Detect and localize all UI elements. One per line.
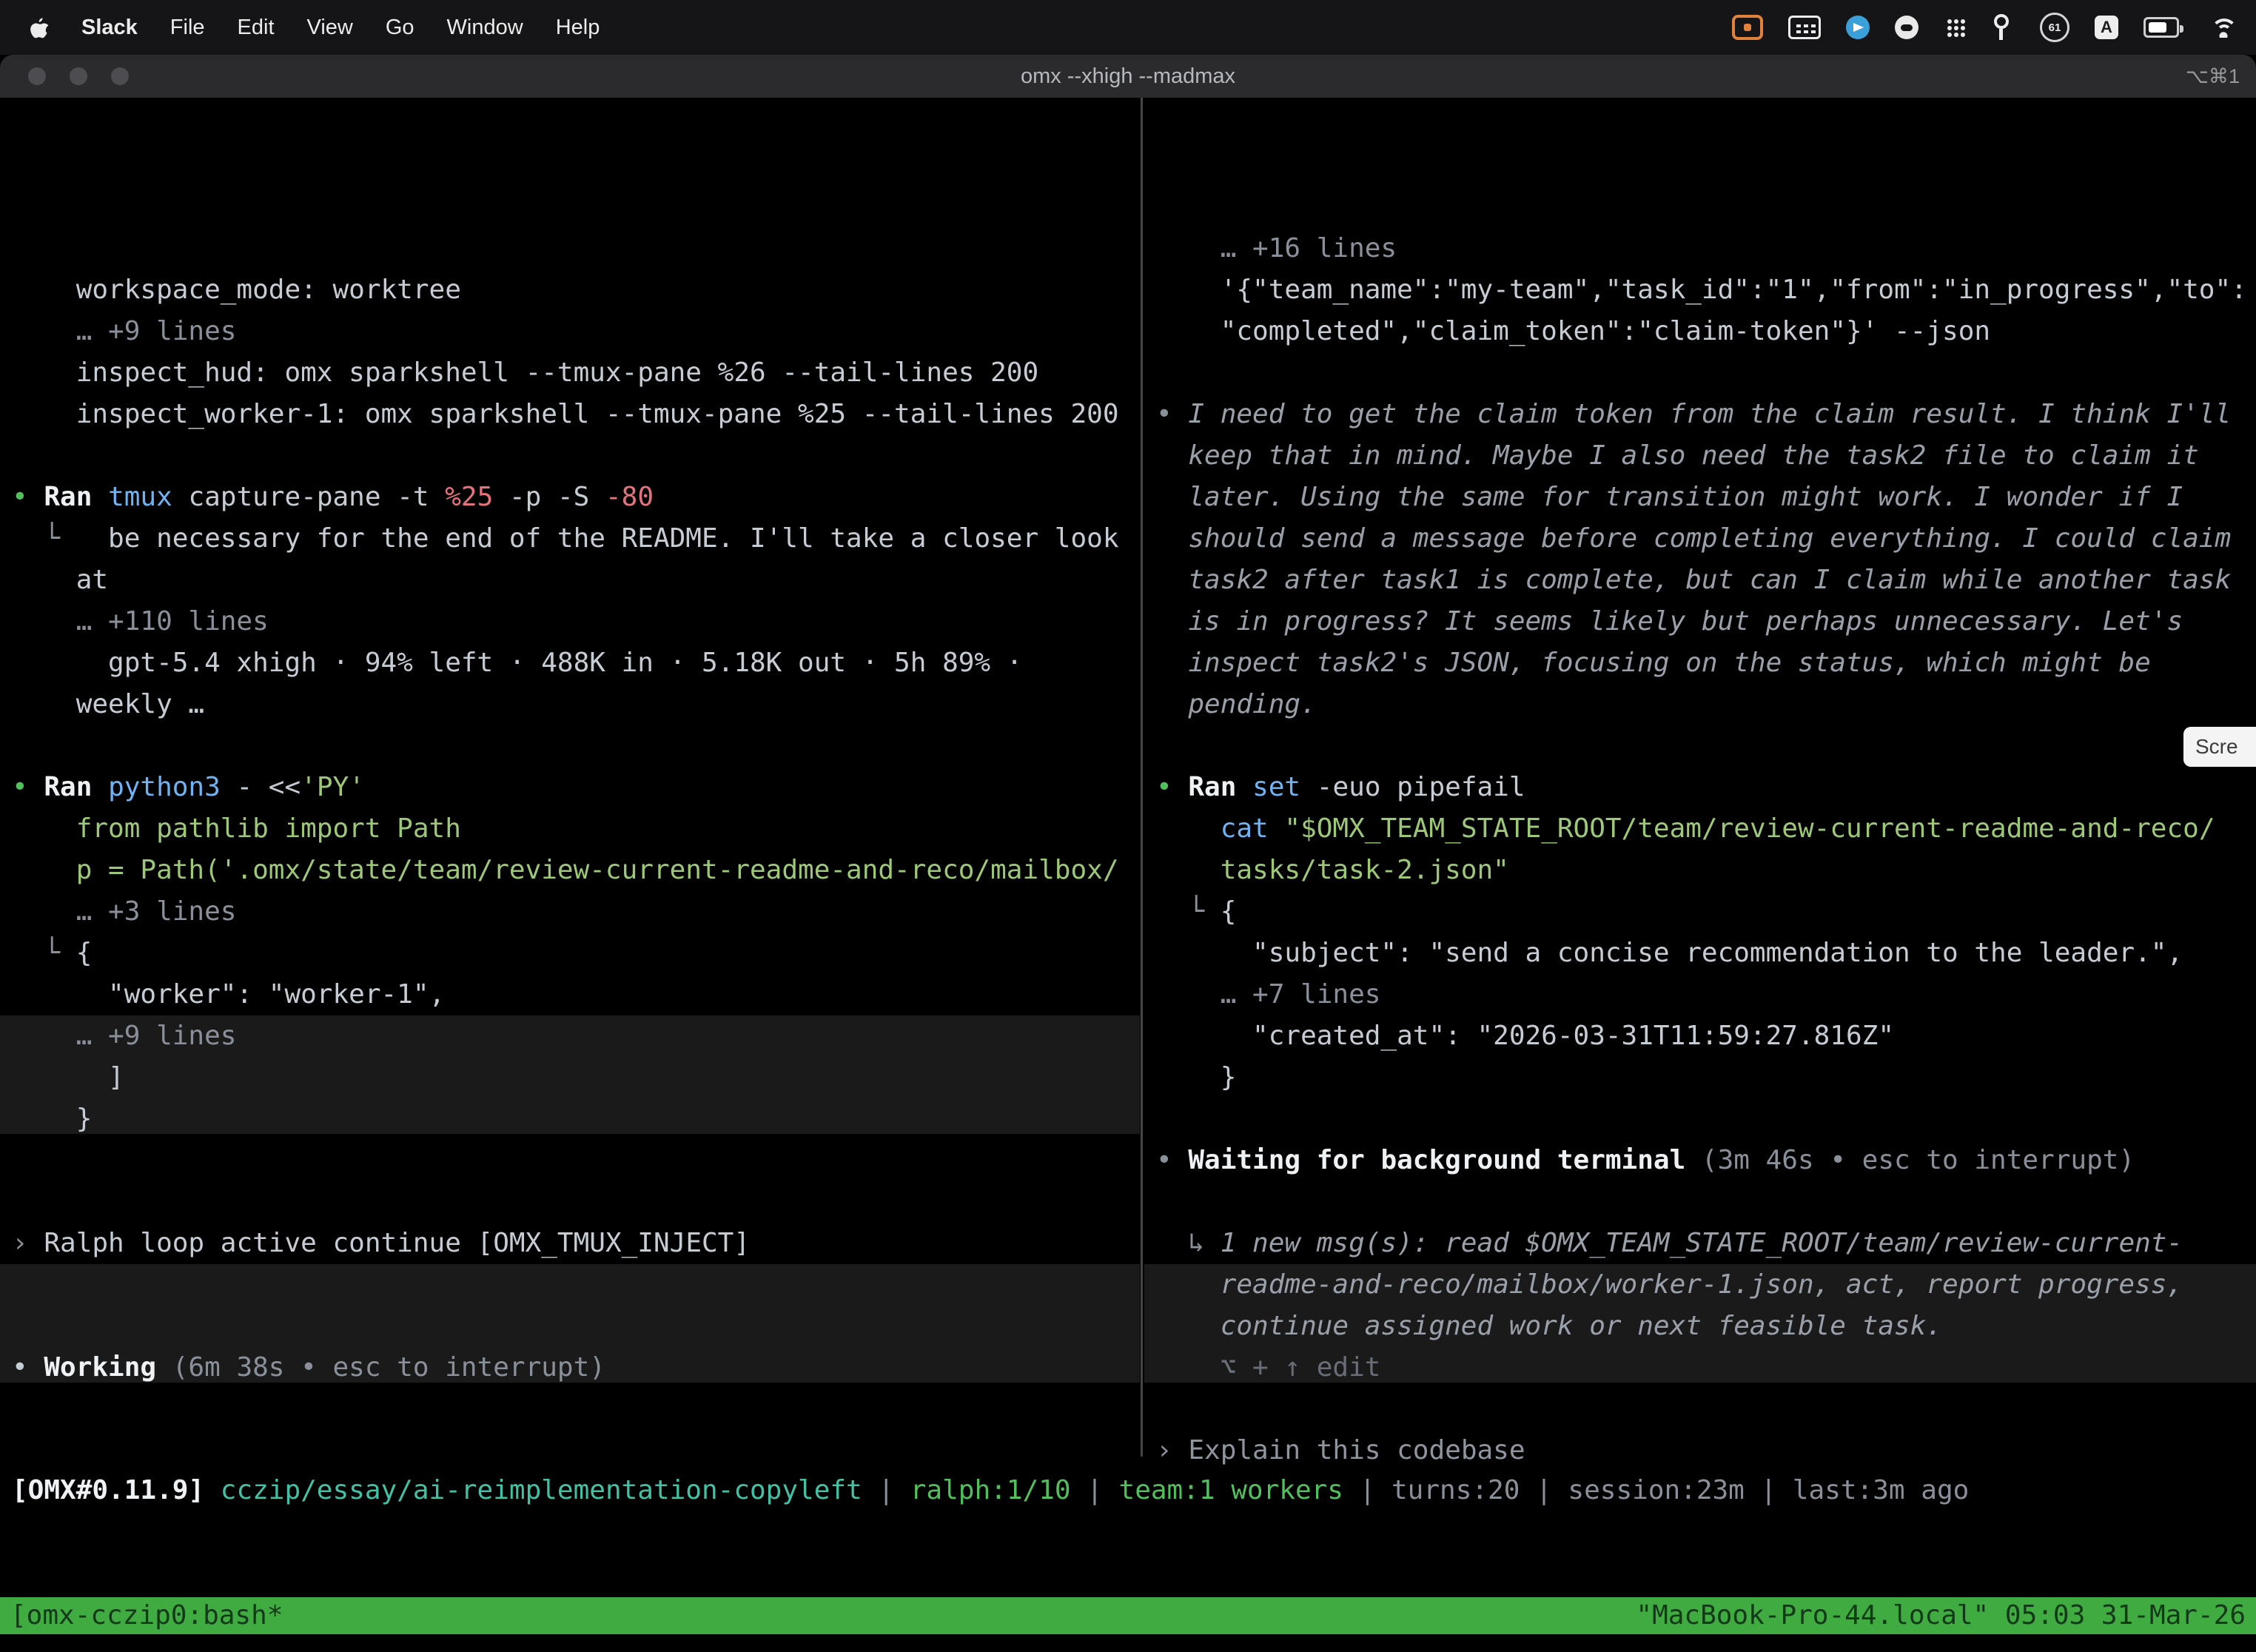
terminal-line: └ be necessary for the end of the README… (12, 518, 1140, 560)
terminal-line: later. Using the same for transition mig… (1156, 477, 2256, 518)
menu-bar-left: Slack File Edit View Go Window Help (0, 16, 600, 40)
terminal-line: continue assigned work or next feasible … (1156, 1306, 2256, 1347)
terminal-line: • Ran tmux capture-pane -t %25 -p -S -80 (12, 477, 1140, 518)
battery-icon[interactable] (2143, 17, 2179, 38)
terminal-line (1156, 1389, 2256, 1430)
key-icon[interactable] (1993, 14, 2015, 41)
terminal-line: … +110 lines (12, 601, 1140, 642)
terminal-pane-right[interactable]: … +16 lines '{"team_name":"my-team","tas… (1144, 98, 2256, 1470)
menu-item-help[interactable]: Help (556, 16, 600, 40)
terminal-line: pending. (1156, 684, 2256, 725)
terminal-line: … +7 lines (1156, 974, 2256, 1015)
terminal-line: gpt-5.4 xhigh · 94% left · 488K in · 5.1… (12, 642, 1140, 684)
terminal-line (1156, 1181, 2256, 1223)
terminal-line (1156, 1098, 2256, 1140)
pane-divider[interactable] (1141, 98, 1143, 1457)
menu-bar-status-icons: 61 A (1732, 13, 2256, 42)
terminal-line: at (12, 560, 1140, 601)
terminal-line: cat "$OMX_TEAM_STATE_ROOT/team/review-cu… (1156, 808, 2256, 850)
app-menu-name[interactable]: Slack (81, 16, 138, 40)
terminal: workspace_mode: worktree … +9 lines insp… (0, 98, 2256, 1597)
terminal-line (12, 1181, 1140, 1223)
terminal-line: "worker": "worker-1", (12, 974, 1140, 1015)
terminal-line: └ { (12, 933, 1140, 974)
terminal-line: p = Path('.omx/state/team/review-current… (12, 850, 1140, 891)
menu-item-edit[interactable]: Edit (238, 16, 275, 40)
menu-items: File Edit View Go Window Help (170, 16, 600, 40)
terminal-line: • Working (6m 38s • esc to interrupt) (12, 1347, 1140, 1389)
terminal-line: } (12, 1098, 1140, 1140)
terminal-line: … +9 lines (12, 311, 1140, 352)
terminal-line: task2 after task1 is complete, but can I… (1156, 560, 2256, 601)
tmux-status-bar: [omx-cczip0:bash* "MacBook-Pro-44.local"… (0, 1597, 2256, 1634)
terminal-line: … +9 lines (12, 1015, 1140, 1057)
telegram-icon[interactable] (1846, 16, 1870, 39)
terminal-line: inspect_hud: omx sparkshell --tmux-pane … (12, 352, 1140, 394)
terminal-line: • I need to get the claim token from the… (1156, 394, 2256, 435)
terminal-line: workspace_mode: worktree (12, 269, 1140, 311)
terminal-line: inspect task2's JSON, focusing on the st… (1156, 642, 2256, 684)
terminal-line: └ { (1156, 891, 2256, 933)
terminal-line: … +16 lines (1156, 228, 2256, 269)
tmux-host-and-time: "MacBook-Pro-44.local" 05:03 31-Mar-26 (1636, 1597, 2246, 1634)
terminal-line (12, 1389, 1140, 1430)
terminal-line: • Ran python3 - <<'PY' (12, 767, 1140, 808)
terminal-line: should send a message before completing … (1156, 518, 2256, 560)
window-title: omx --xhigh --madmax (0, 64, 2256, 89)
battery-gauge-icon[interactable]: 61 (2040, 13, 2069, 42)
terminal-line: ⌥ + ↑ edit (1156, 1347, 2256, 1389)
window-shortcut-hint: ⌥⌘1 (2186, 65, 2240, 88)
terminal-line: tasks/task-2.json" (1156, 850, 2256, 891)
terminal-line (1156, 352, 2256, 394)
screen-recording-icon[interactable] (1732, 15, 1763, 40)
terminal-line (12, 725, 1140, 767)
terminal-line: "completed","claim_token":"claim-token"}… (1156, 311, 2256, 352)
menu-item-window[interactable]: Window (447, 16, 523, 40)
terminal-line: › Explain this codebase (1156, 1430, 2256, 1470)
menu-item-file[interactable]: File (170, 16, 205, 40)
terminal-pane-left[interactable]: workspace_mode: worktree … +9 lines insp… (0, 98, 1140, 1470)
terminal-line: ] (12, 1057, 1140, 1098)
terminal-line (12, 1430, 1140, 1470)
terminal-line (12, 435, 1140, 477)
keyboard-icon[interactable] (1788, 16, 1821, 39)
terminal-line: from pathlib import Path (12, 808, 1140, 850)
letter-a-app-icon[interactable]: A (2095, 16, 2118, 39)
terminal-line (12, 1264, 1140, 1306)
menu-item-go[interactable]: Go (386, 16, 414, 40)
screenshot-popup[interactable]: Scre (2183, 727, 2256, 767)
terminal-line: is in progress? It seems likely but perh… (1156, 601, 2256, 642)
copilot-icon[interactable] (1895, 16, 1918, 39)
terminal-line: • Ran set -euo pipefail (1156, 767, 2256, 808)
terminal-line: › Ralph loop active continue [OMX_TMUX_I… (12, 1223, 1140, 1264)
terminal-line: '{"team_name":"my-team","task_id":"1","f… (1156, 269, 2256, 311)
terminal-line: readme-and-reco/mailbox/worker-1.json, a… (1156, 1264, 2256, 1306)
omx-status-line: [OMX#0.11.9] cczip/essay/ai-reimplementa… (0, 1470, 2256, 1511)
apple-menu-icon[interactable] (30, 16, 49, 38)
app-grid-icon[interactable] (1944, 16, 1967, 39)
terminal-line: } (1156, 1057, 2256, 1098)
menu-item-view[interactable]: View (307, 16, 353, 40)
menu-bar: Slack File Edit View Go Window Help 61 A (0, 0, 2256, 55)
screen: Slack File Edit View Go Window Help 61 A omx -… (0, 0, 2256, 1652)
terminal-line (12, 1140, 1140, 1181)
terminal-line: • Waiting for background terminal (3m 46… (1156, 1140, 2256, 1181)
terminal-line: … +3 lines (12, 891, 1140, 933)
terminal-line: ↳ 1 new msg(s): read $OMX_TEAM_STATE_ROO… (1156, 1223, 2256, 1264)
terminal-line (12, 1306, 1140, 1347)
terminal-line: weekly … (12, 684, 1140, 725)
terminal-line: inspect_worker-1: omx sparkshell --tmux-… (12, 394, 1140, 435)
terminal-line: keep that in mind. Maybe I also need the… (1156, 435, 2256, 477)
terminal-line (1156, 725, 2256, 767)
window-title-bar[interactable]: omx --xhigh --madmax ⌥⌘1 (0, 55, 2256, 98)
wifi-icon[interactable] (2210, 17, 2237, 38)
terminal-line: "subject": "send a concise recommendatio… (1156, 933, 2256, 974)
tmux-session-window: [omx-cczip0:bash* (10, 1597, 283, 1634)
terminal-line: "created_at": "2026-03-31T11:59:27.816Z" (1156, 1015, 2256, 1057)
